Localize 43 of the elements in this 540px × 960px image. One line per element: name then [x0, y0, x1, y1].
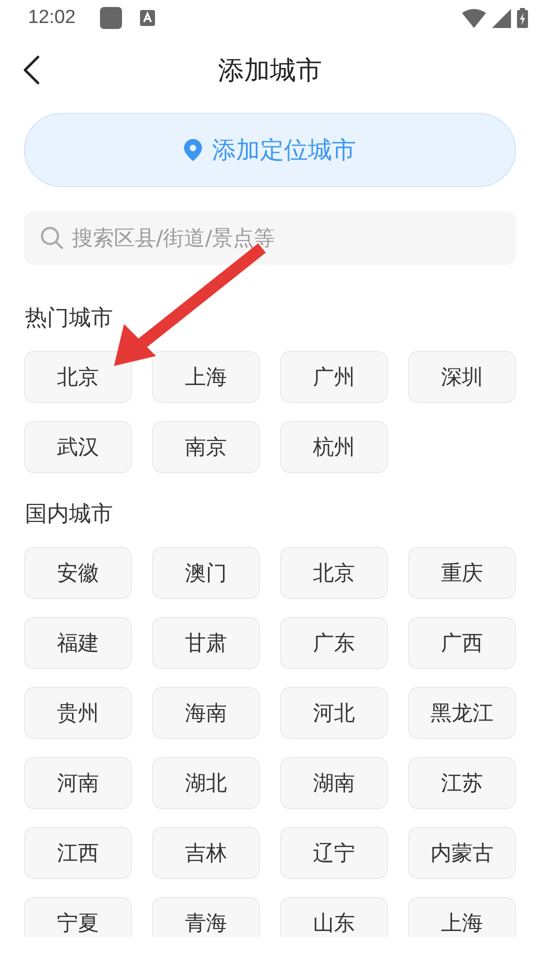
city-chip[interactable]: 青海 — [152, 897, 260, 937]
city-chip[interactable]: 河南 — [24, 757, 132, 809]
city-chip[interactable]: 湖南 — [280, 757, 388, 809]
keyboard-notification-icon — [140, 10, 155, 26]
city-chip[interactable]: 南京 — [152, 421, 260, 473]
city-chip[interactable]: 河北 — [280, 687, 388, 739]
section-title: 国内城市 — [25, 501, 114, 529]
city-chip[interactable]: 澳门 — [152, 547, 260, 599]
city-chip[interactable]: 北京 — [280, 547, 388, 599]
city-chip[interactable]: 湖北 — [152, 757, 260, 809]
city-chip[interactable]: 杭州 — [280, 421, 388, 473]
page-title: 添加城市 — [218, 54, 322, 88]
city-chip[interactable]: 福建 — [24, 617, 132, 669]
city-chip[interactable]: 内蒙古 — [408, 827, 516, 879]
city-chip[interactable]: 安徽 — [24, 547, 132, 599]
city-chip[interactable]: 吉林 — [152, 827, 260, 879]
city-chip[interactable]: 山东 — [280, 897, 388, 937]
battery-icon — [517, 8, 528, 28]
back-icon — [22, 55, 40, 85]
city-chip[interactable]: 武汉 — [24, 421, 132, 473]
city-chip[interactable]: 北京 — [24, 351, 132, 403]
city-chip[interactable]: 甘肃 — [152, 617, 260, 669]
city-chip[interactable]: 黑龙江 — [408, 687, 516, 739]
section-title: 热门城市 — [25, 305, 114, 333]
city-chip[interactable]: 贵州 — [24, 687, 132, 739]
city-chip[interactable]: 广东 — [280, 617, 388, 669]
city-chip[interactable]: 宁夏 — [24, 897, 132, 937]
signal-icon — [492, 8, 511, 28]
city-chip[interactable]: 广西 — [408, 617, 516, 669]
search-field[interactable]: 搜索区县/街道/景点等 — [24, 211, 516, 265]
city-chip[interactable]: 江苏 — [408, 757, 516, 809]
city-chip[interactable]: 海南 — [152, 687, 260, 739]
city-chip[interactable]: 深圳 — [408, 351, 516, 403]
city-chip[interactable]: 重庆 — [408, 547, 516, 599]
app-notification-icon — [100, 7, 122, 29]
location-pin-icon — [184, 139, 202, 161]
status-time: 12:02 — [28, 7, 76, 29]
city-chip[interactable]: 江西 — [24, 827, 132, 879]
wifi-icon — [462, 8, 486, 28]
city-chip[interactable]: 上海 — [152, 351, 260, 403]
city-chip[interactable]: 辽宁 — [280, 827, 388, 879]
city-chip[interactable]: 广州 — [280, 351, 388, 403]
city-chip[interactable]: 上海 — [408, 897, 516, 937]
